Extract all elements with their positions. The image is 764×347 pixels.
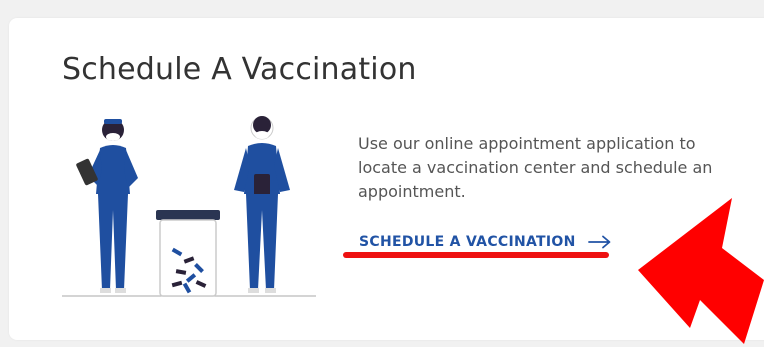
card-description: Use our online appointment application t… [358, 134, 713, 201]
vaccine-jar [156, 210, 220, 297]
red-underline-annotation [343, 252, 609, 258]
right-worker-figure [234, 116, 290, 293]
left-worker-figure [76, 119, 138, 293]
card-title: Schedule A Vaccination [62, 52, 417, 87]
schedule-vaccination-link[interactable]: SCHEDULE A VACCINATION [359, 234, 612, 250]
schedule-vaccination-link-label: SCHEDULE A VACCINATION [359, 234, 576, 250]
vaccination-illustration [62, 116, 316, 297]
red-pointer-arrow-icon [638, 198, 764, 344]
arrow-right-icon [587, 235, 612, 249]
